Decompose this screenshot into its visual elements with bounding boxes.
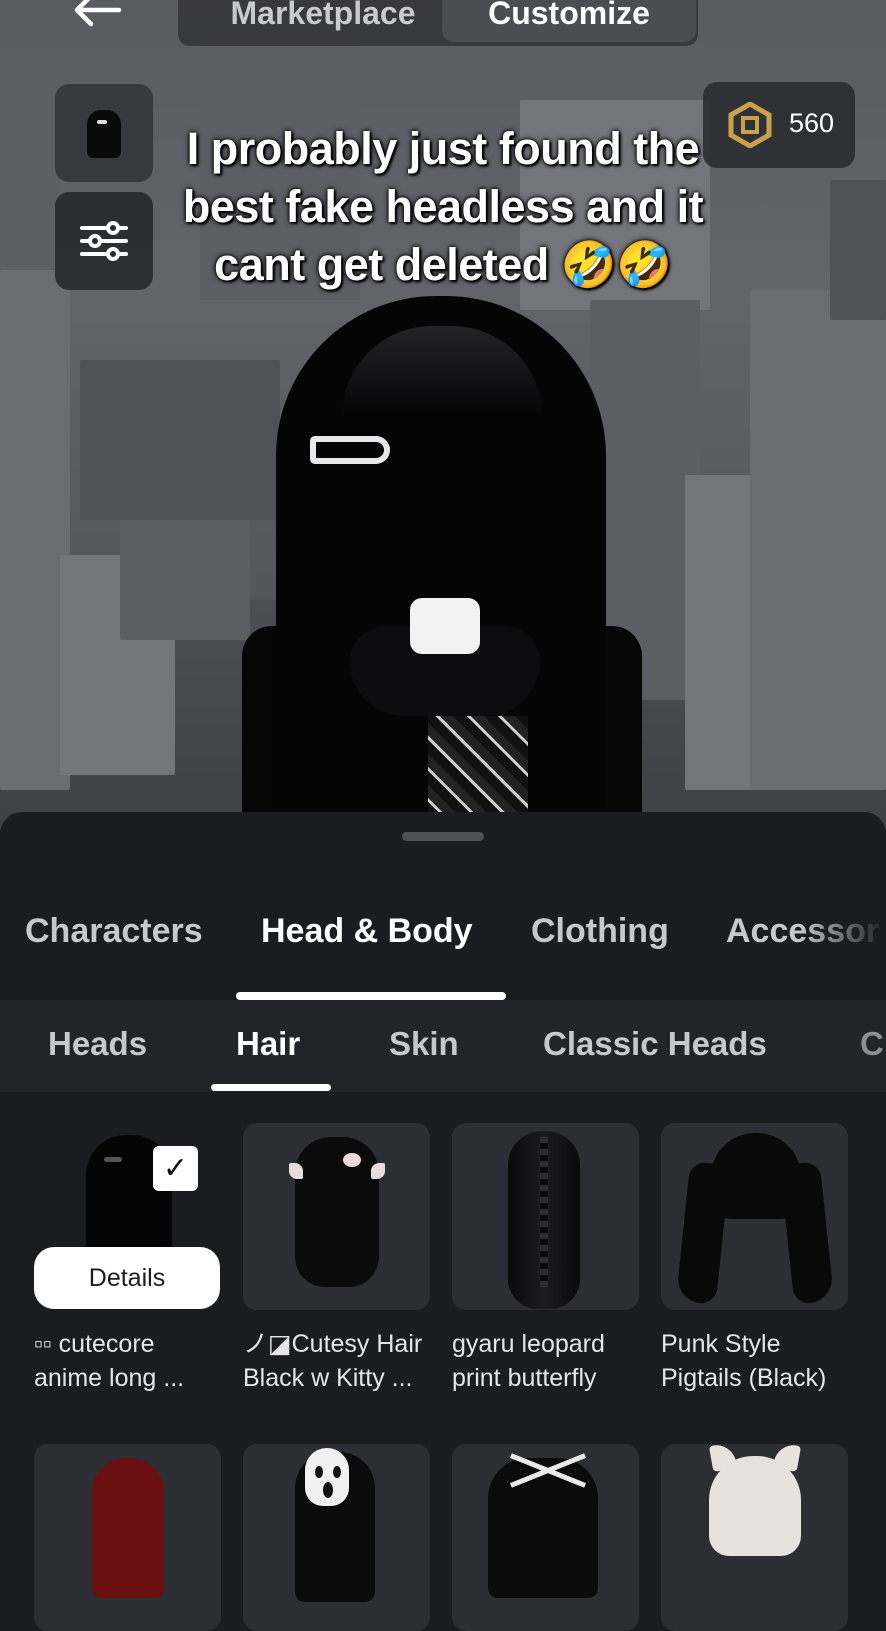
arrow-left-icon bbox=[74, 0, 122, 27]
back-button[interactable] bbox=[62, 0, 132, 32]
hair-item-thumbnail bbox=[452, 1123, 639, 1310]
tab-clothing[interactable]: Clothing bbox=[531, 912, 669, 951]
hair-item-name: ▫▫ cutecore anime long ... bbox=[34, 1327, 234, 1395]
hair-item-name-line: Pigtails (Black) bbox=[661, 1364, 827, 1392]
avatar-shirt bbox=[428, 716, 528, 816]
scene-block bbox=[0, 60, 60, 280]
hair-preview-clip bbox=[104, 1157, 122, 1162]
scene-block bbox=[120, 520, 250, 640]
hair-preview bbox=[709, 1456, 801, 1556]
subtab-hair[interactable]: Hair bbox=[236, 1025, 300, 1063]
scene-block bbox=[750, 290, 886, 790]
subtab-more[interactable]: C bbox=[860, 1025, 884, 1063]
robux-amount: 560 bbox=[789, 108, 835, 138]
tab-head-and-body[interactable]: Head & Body bbox=[261, 912, 473, 951]
avatar-neck bbox=[410, 598, 480, 654]
mask-eye bbox=[315, 1466, 323, 1478]
caption-line: cant get deleted 🤣🤣 bbox=[214, 239, 672, 290]
details-button[interactable]: Details bbox=[34, 1247, 220, 1309]
hair-item-name-line: ▫▫ cutecore bbox=[34, 1330, 155, 1358]
selected-checkmark-icon[interactable]: ✓ bbox=[153, 1146, 198, 1191]
avatar-thumbnail-clip bbox=[97, 120, 107, 124]
mask-mouth bbox=[323, 1482, 333, 1498]
subtab-skin[interactable]: Skin bbox=[389, 1025, 459, 1063]
hair-item-thumbnail bbox=[243, 1444, 430, 1631]
hair-preview bbox=[488, 1458, 598, 1598]
hair-item-thumbnail bbox=[34, 1444, 221, 1631]
avatar-hairclip bbox=[310, 436, 390, 464]
cat-ear-left-icon bbox=[708, 1444, 738, 1472]
hair-item-name: gyaru leopard print butterfly bbox=[452, 1327, 652, 1395]
avatar-thumbnail-button[interactable] bbox=[55, 84, 153, 182]
adjust-settings-button[interactable] bbox=[55, 192, 153, 290]
hair-preview-kitty-clip bbox=[343, 1153, 361, 1167]
hair-preview-ear-right bbox=[371, 1163, 385, 1179]
hair-item-name: Punk Style Pigtails (Black) bbox=[661, 1327, 861, 1395]
top-tab-bar: Marketplace Customize bbox=[178, 0, 698, 46]
mask-eye bbox=[333, 1466, 341, 1478]
hair-preview bbox=[92, 1458, 164, 1598]
video-caption-overlay: I probably just found the best fake head… bbox=[150, 120, 736, 294]
subcategory-tab-bar: Heads Hair Skin Classic Heads C bbox=[0, 1000, 886, 1092]
hair-item-name-line: Punk Style bbox=[661, 1330, 781, 1358]
hair-preview-pigtail-right bbox=[779, 1161, 835, 1305]
subtab-active-indicator bbox=[211, 1084, 331, 1091]
hair-item-thumbnail bbox=[661, 1444, 848, 1631]
tab-characters[interactable]: Characters bbox=[25, 912, 203, 951]
hair-item-name-line: ノ◪Cutesy Hair bbox=[243, 1330, 423, 1358]
cat-ear-right-icon bbox=[772, 1444, 802, 1472]
hair-item-thumbnail bbox=[661, 1123, 848, 1310]
avatar-thumbnail-icon bbox=[87, 110, 121, 158]
tab-marketplace[interactable]: Marketplace bbox=[198, 0, 448, 42]
caption-line: best fake headless and it bbox=[182, 181, 704, 232]
scene-block bbox=[830, 180, 886, 320]
subtab-heads[interactable]: Heads bbox=[48, 1025, 147, 1063]
hair-item-name-line: print butterfly bbox=[452, 1364, 597, 1392]
caption-line: I probably just found the bbox=[186, 123, 700, 174]
avatar-preview-scene[interactable]: Marketplace Customize 560 I probably jus… bbox=[0, 0, 886, 830]
subtab-classic-heads[interactable]: Classic Heads bbox=[543, 1025, 767, 1063]
avatar-model[interactable] bbox=[232, 296, 652, 816]
hair-item-name-line: anime long ... bbox=[34, 1364, 185, 1392]
hair-preview bbox=[295, 1137, 379, 1287]
hair-preview-pigtail-left bbox=[675, 1161, 731, 1305]
tab-scroll-fade bbox=[800, 892, 886, 972]
category-active-indicator bbox=[236, 992, 506, 1000]
sliders-icon bbox=[80, 221, 128, 261]
hair-item-name: ノ◪Cutesy Hair Black w Kitty ... bbox=[243, 1327, 443, 1395]
hair-item-thumbnail bbox=[243, 1123, 430, 1310]
hair-preview-braid bbox=[540, 1137, 548, 1287]
hair-preview-ear-left bbox=[289, 1163, 303, 1179]
hair-item-name-line: Black w Kitty ... bbox=[243, 1364, 413, 1392]
hair-item-name-line: gyaru leopard bbox=[452, 1330, 605, 1358]
sheet-drag-handle[interactable] bbox=[402, 832, 484, 841]
tab-customize[interactable]: Customize bbox=[442, 0, 696, 42]
hair-item-thumbnail bbox=[452, 1444, 639, 1631]
